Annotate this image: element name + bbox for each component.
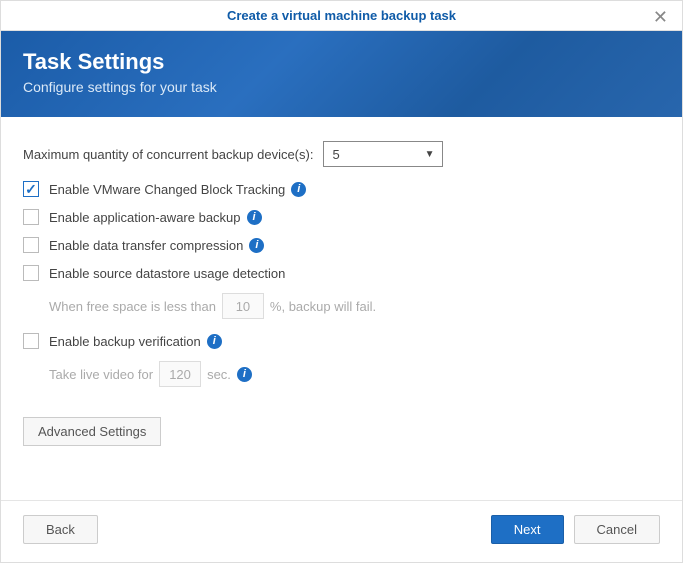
dialog-title: Create a virtual machine backup task <box>227 8 456 23</box>
max-concurrent-row: Maximum quantity of concurrent backup de… <box>23 141 660 167</box>
verification-label: Enable backup verification <box>49 334 201 349</box>
page-subtitle: Configure settings for your task <box>23 79 660 95</box>
footer-right: Next Cancel <box>491 515 660 544</box>
cancel-button[interactable]: Cancel <box>574 515 660 544</box>
footer: Back Next Cancel <box>1 500 682 562</box>
compression-label: Enable data transfer compression <box>49 238 243 253</box>
datastore-checkbox[interactable] <box>23 265 39 281</box>
max-concurrent-select[interactable]: 5 ▼ <box>323 141 443 167</box>
close-icon[interactable]: ✕ <box>653 7 668 28</box>
back-button[interactable]: Back <box>23 515 98 544</box>
app-aware-checkbox[interactable] <box>23 209 39 225</box>
cbt-label: Enable VMware Changed Block Tracking <box>49 182 285 197</box>
info-icon[interactable]: i <box>247 210 262 225</box>
app-aware-label: Enable application-aware backup <box>49 210 241 225</box>
compression-row: Enable data transfer compression i <box>23 237 660 253</box>
cbt-checkbox[interactable]: ✓ <box>23 181 39 197</box>
titlebar: Create a virtual machine backup task ✕ <box>1 1 682 31</box>
verification-sub-prefix: Take live video for <box>49 367 153 382</box>
info-icon[interactable]: i <box>249 238 264 253</box>
info-icon[interactable]: i <box>207 334 222 349</box>
cbt-row: ✓ Enable VMware Changed Block Tracking i <box>23 181 660 197</box>
verification-row: Enable backup verification i <box>23 333 660 349</box>
datastore-sub-row: When free space is less than %, backup w… <box>49 293 660 319</box>
compression-checkbox[interactable] <box>23 237 39 253</box>
datastore-sub-suffix: %, backup will fail. <box>270 299 376 314</box>
info-icon[interactable]: i <box>291 182 306 197</box>
verification-sub-suffix: sec. <box>207 367 231 382</box>
content-area: Maximum quantity of concurrent backup de… <box>1 117 682 500</box>
verification-sub-row: Take live video for sec. i <box>49 361 660 387</box>
app-aware-row: Enable application-aware backup i <box>23 209 660 225</box>
max-concurrent-label: Maximum quantity of concurrent backup de… <box>23 147 313 162</box>
verification-checkbox[interactable] <box>23 333 39 349</box>
info-icon[interactable]: i <box>237 367 252 382</box>
free-space-input[interactable] <box>222 293 264 319</box>
page-title: Task Settings <box>23 49 660 75</box>
check-icon: ✓ <box>25 182 37 196</box>
advanced-settings-button[interactable]: Advanced Settings <box>23 417 161 446</box>
banner: Task Settings Configure settings for you… <box>1 31 682 117</box>
chevron-down-icon: ▼ <box>425 149 435 160</box>
next-button[interactable]: Next <box>491 515 564 544</box>
datastore-label: Enable source datastore usage detection <box>49 266 285 281</box>
video-duration-input[interactable] <box>159 361 201 387</box>
datastore-row: Enable source datastore usage detection <box>23 265 660 281</box>
max-concurrent-value: 5 <box>332 147 339 162</box>
datastore-sub-prefix: When free space is less than <box>49 299 216 314</box>
